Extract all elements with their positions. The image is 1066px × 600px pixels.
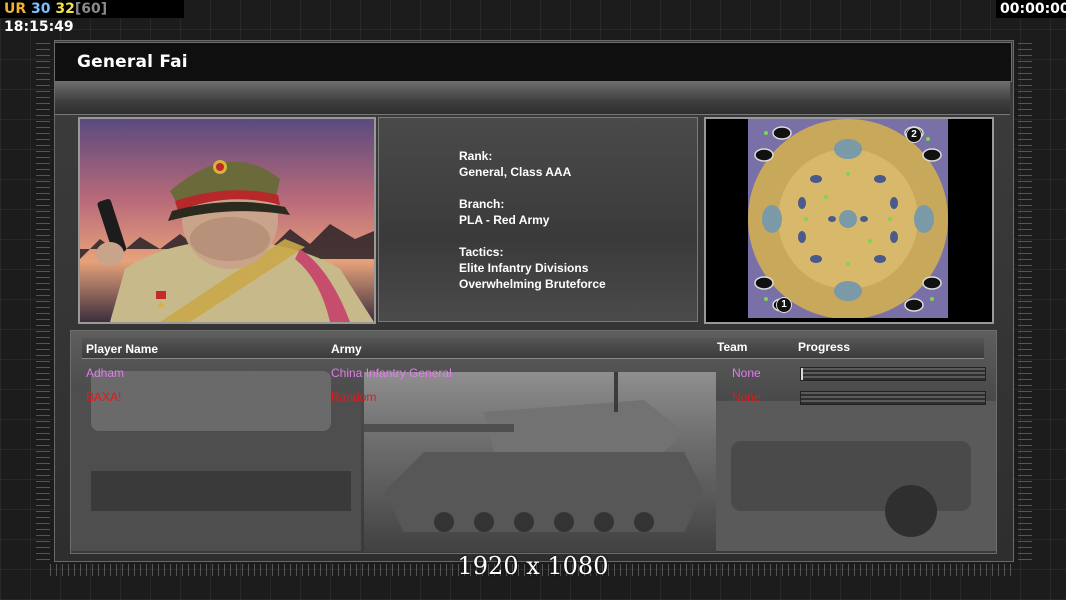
progress-fill: [801, 368, 803, 380]
hud-value-3: [60]: [74, 1, 108, 17]
fps-overlay: UR 30 32[60] 18:15:49: [0, 0, 184, 35]
tank-art: [364, 372, 716, 552]
start-position-2: 2: [906, 127, 922, 143]
left-ruler: [36, 40, 50, 560]
hud-clock: 18:15:49: [4, 19, 74, 35]
general-title: General Fai: [77, 52, 188, 72]
rank-block: Rank: General, Class AAA: [459, 148, 571, 180]
header-progress: Progress: [798, 340, 851, 354]
right-ruler: [1018, 40, 1032, 560]
branch-label: Branch:: [459, 197, 505, 211]
hud-value-1: 30: [31, 1, 51, 17]
title-bar: General Fai: [54, 42, 1012, 82]
hud-value-2: 32: [55, 1, 75, 17]
header-army: Army: [331, 342, 362, 356]
player-team: None: [732, 366, 761, 380]
start-position-1: 1: [776, 297, 792, 313]
header-player-name: Player Name: [86, 342, 159, 356]
player-name: BAXA!: [86, 390, 122, 404]
player-progress-bar: [800, 367, 986, 381]
minimap-art: [748, 119, 948, 319]
player-name: Adham: [86, 366, 125, 380]
general-portrait: [78, 117, 376, 324]
tactics-line-2: Overwhelming Bruteforce: [459, 277, 606, 291]
player-progress-bar: [800, 391, 986, 405]
resolution-label: 1920 x 1080: [457, 552, 609, 580]
player-army: Random: [331, 390, 377, 404]
player-table-header: Player Name Army Team Progress: [82, 338, 984, 359]
hud-ur-label: UR: [4, 1, 27, 17]
tactics-label: Tactics:: [459, 245, 504, 259]
header-team: Team: [717, 340, 748, 354]
branch-block: Branch: PLA - Red Army: [459, 196, 549, 228]
tactics-block: Tactics: Elite Infantry Divisions Overwh…: [459, 244, 606, 292]
rank-label: Rank:: [459, 149, 493, 163]
player-army: China Infantry General: [331, 366, 452, 380]
general-info-panel: Rank: General, Class AAA Branch: PLA - R…: [378, 117, 698, 322]
branch-value: PLA - Red Army: [459, 213, 550, 227]
hud-timer: 00:00:00: [996, 0, 1066, 18]
rank-value: General, Class AAA: [459, 165, 572, 179]
title-sub-band: [55, 82, 1010, 115]
tactics-line-1: Elite Infantry Divisions: [459, 261, 589, 275]
main-tank-art: [364, 372, 716, 552]
player-team: None: [732, 390, 761, 404]
portrait-art: [80, 160, 374, 322]
minimap: 1 2: [704, 117, 994, 324]
